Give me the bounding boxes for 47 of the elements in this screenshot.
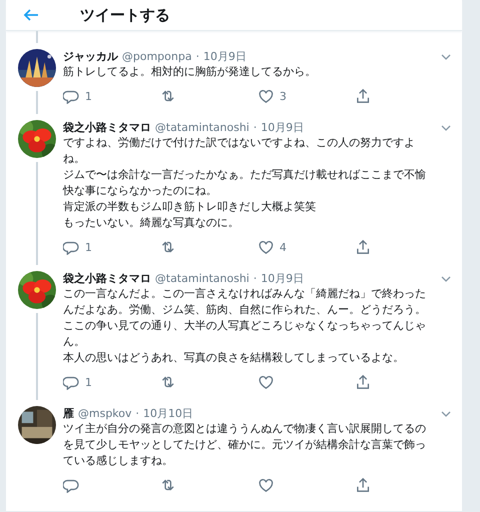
like-icon[interactable] <box>258 374 274 390</box>
like-icon[interactable] <box>258 477 274 493</box>
like-icon[interactable] <box>258 88 274 104</box>
tweet-text: この一言なんだよ。この一言さえなければみんな「綺麗だね」で終わったんだよなあ。労働、ジム笑、筋肉、自然に作られた、んー。どうだろう。 <box>63 286 427 318</box>
tweet-text: もったいない。綺麗な写真なのに。 <box>63 215 240 231</box>
like-count: 3 <box>280 90 286 102</box>
user-name[interactable]: 雁 <box>63 406 74 421</box>
share-icon[interactable] <box>354 477 371 493</box>
share-icon[interactable] <box>354 239 371 255</box>
tweet-date[interactable]: 10月9日 <box>203 49 246 64</box>
page-title: ツイートする <box>80 6 170 25</box>
retweet-icon[interactable] <box>160 374 176 390</box>
tweet-text: 筋トレしてるよ。相対的に胸筋が発達してるから。 <box>63 64 317 80</box>
user-name[interactable]: 袋之小路ミタマロ <box>63 271 151 286</box>
tweet-text: ここの争い見ての通り、大半の人写真どころじゃなくなっちゃってんじゃん。 <box>63 318 427 350</box>
reply-icon[interactable] <box>63 477 79 493</box>
reply-icon[interactable] <box>63 88 79 104</box>
share-icon[interactable] <box>354 88 371 104</box>
user-handle[interactable]: @tatamintanoshi <box>155 121 250 134</box>
retweet-icon[interactable] <box>160 239 176 255</box>
reply-icon[interactable] <box>63 374 79 390</box>
tweet-text: 肯定派の半数もジム叩き筋トレ叩きだし大概よ笑笑 <box>63 199 317 215</box>
reply-count: 1 <box>85 90 92 102</box>
like-icon[interactable] <box>258 239 274 255</box>
reply-icon[interactable] <box>63 239 79 255</box>
user-handle[interactable]: @tatamintanoshi <box>155 272 250 285</box>
tweet-text: 本人の思いはどうあれ、写真の良さを結構殺してしまっているよな。 <box>63 350 405 366</box>
separator-dot: · <box>253 272 257 285</box>
user-handle[interactable]: @pomponpa <box>122 50 192 63</box>
tweet-text: ですよね、労働だけで付けた訳ではないですよね、この人の努力ですよね。 <box>63 135 416 167</box>
retweet-icon[interactable] <box>160 88 176 104</box>
user-handle[interactable]: @mspkov <box>78 407 132 420</box>
separator-dot: · <box>196 50 200 63</box>
user-name[interactable]: ジャッカル <box>63 49 118 64</box>
retweet-icon[interactable] <box>160 477 176 493</box>
user-name[interactable]: 袋之小路ミタマロ <box>63 120 151 135</box>
tweet-date[interactable]: 10月10日 <box>143 406 194 421</box>
tweet-date[interactable]: 10月9日 <box>260 271 304 286</box>
separator-dot: · <box>136 407 140 420</box>
reply-count: 1 <box>85 376 92 388</box>
reply-count: 1 <box>85 240 92 254</box>
share-icon[interactable] <box>354 374 371 390</box>
tweet-text: ジムで〜は余計な一言だったかなぁ。ただ写真だけ載せればここまで不愉快な事にならなかったのにね。 <box>63 167 427 199</box>
like-count: 4 <box>280 240 286 254</box>
separator-dot: · <box>253 121 257 134</box>
tweet-date[interactable]: 10月9日 <box>260 120 304 135</box>
tweet-text: ツイ主が自分の発言の意図とは違ううんぬんで物凄く言い訳展開してるのを見て少しモヤッとしてたけど、確かに。元ツイが結構余計な言葉で飾っている感じしますね。 <box>63 421 427 469</box>
